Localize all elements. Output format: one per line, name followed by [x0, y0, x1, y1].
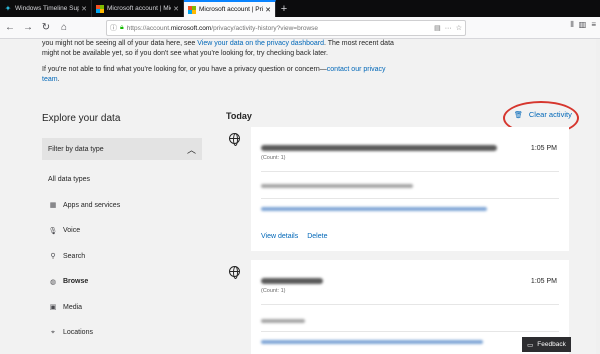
home-icon[interactable]: ⌂: [56, 20, 72, 36]
microsoft-icon: [188, 5, 196, 14]
more-icon[interactable]: ···: [445, 25, 452, 32]
search-icon: ⚲: [50, 253, 56, 261]
view-details-link[interactable]: View details: [261, 233, 298, 240]
card-actions: View details Delete: [261, 233, 327, 240]
activity-card: (Count: 1) 1:05 PM View details Delete: [251, 127, 569, 251]
section-title: Today: [226, 111, 252, 121]
close-icon[interactable]: ✕: [265, 6, 271, 14]
reload-icon[interactable]: ↻: [38, 20, 54, 36]
delete-link[interactable]: Delete: [307, 233, 327, 240]
menu-icon[interactable]: ≡: [591, 20, 596, 30]
filter-label: Filter by data type: [48, 145, 104, 153]
filter-dropdown[interactable]: Filter by data type ︿: [42, 138, 202, 160]
redacted-page-title: [261, 145, 497, 151]
lock-icon: 🔒︎: [120, 24, 124, 31]
sidebar-item-label: Apps and services: [63, 201, 121, 209]
sidebar-item-locations[interactable]: ⌖ Locations: [42, 320, 202, 346]
redacted-text: [261, 184, 413, 188]
sidebar-item-label: Browse: [63, 278, 89, 286]
reader-view-icon[interactable]: ▤: [434, 24, 441, 32]
privacy-dashboard-link[interactable]: View your data on the privacy dashboard: [197, 40, 324, 47]
tab-windows-timeline[interactable]: ✦ Windows Timeline Support - A ✕: [0, 0, 92, 17]
sidebar-item-all[interactable]: All data types: [42, 167, 202, 193]
sidebar-item-label: Media: [63, 303, 83, 311]
redacted-url-link[interactable]: [261, 340, 483, 344]
tab-privacy[interactable]: Microsoft account | Privacy ✕: [184, 0, 276, 17]
apps-icon: ▦: [49, 202, 57, 210]
globe-icon: [229, 266, 240, 279]
microsoft-icon: [96, 4, 104, 13]
address-bar[interactable]: ⓘ 🔒︎ https://account.microsoft.com/priva…: [106, 20, 466, 36]
tab-title: Microsoft account | Privacy: [199, 6, 264, 13]
data-type-menu: All data types ▦ Apps and services 🎙︎ Vo…: [42, 167, 202, 346]
sidebar-item-label: Locations: [63, 329, 93, 337]
navigation-bar: ← → ↻ ⌂ ⓘ 🔒︎ https://account.microsoft.c…: [0, 17, 600, 39]
redacted-text: [261, 319, 305, 323]
new-tab-button[interactable]: +: [276, 0, 292, 17]
redacted-page-title: [261, 278, 323, 284]
bookmark-icon[interactable]: ☆: [456, 24, 462, 32]
scrollbar[interactable]: [596, 39, 600, 354]
divider: [261, 198, 559, 199]
media-icon: ▣: [49, 304, 57, 312]
info-icon[interactable]: ⓘ: [110, 23, 117, 33]
globe-icon: ◍: [49, 278, 57, 286]
sidebar-item-label: Voice: [63, 227, 81, 235]
visit-count: (Count: 1): [261, 288, 286, 294]
sidebar-item-browse[interactable]: ◍ Browse: [42, 269, 202, 295]
tab-title: Microsoft account | Microsoft A: [107, 5, 171, 12]
feedback-label: Feedback: [537, 341, 566, 348]
redacted-url-link[interactable]: [261, 207, 487, 211]
tab-microsoft-account[interactable]: Microsoft account | Microsoft A ✕: [92, 0, 184, 17]
tab-bar: ✦ Windows Timeline Support - A ✕ Microso…: [0, 0, 600, 17]
activity-time: 1:05 PM: [530, 278, 557, 285]
page-content: you might not be seeing all of your data…: [0, 39, 600, 354]
back-icon[interactable]: ←: [2, 20, 18, 36]
close-icon[interactable]: ✕: [173, 5, 179, 13]
microphone-icon: 🎙︎: [48, 227, 58, 235]
sidebar-item-search[interactable]: ⚲ Search: [42, 244, 202, 270]
sidebar-icon[interactable]: ▥: [579, 20, 587, 30]
globe-icon: [229, 133, 240, 146]
divider: [261, 171, 559, 172]
chevron-up-icon: ︿: [186, 144, 196, 155]
intro-text: you might not be seeing all of your data…: [42, 40, 394, 83]
library-icon[interactable]: ⫴: [570, 20, 573, 30]
chat-icon: ▭: [527, 341, 534, 349]
url-text: https://account.microsoft.com/privacy/ac…: [126, 24, 319, 32]
activity-time: 1:05 PM: [530, 145, 557, 152]
divider: [261, 331, 559, 332]
forward-icon[interactable]: →: [20, 20, 36, 36]
feedback-button[interactable]: ▭ Feedback: [522, 337, 571, 352]
sidebar-item-voice[interactable]: 🎙︎ Voice: [42, 218, 202, 244]
sidebar-item-apps[interactable]: ▦ Apps and services: [42, 193, 202, 219]
location-icon: ⌖: [51, 328, 55, 336]
close-icon[interactable]: ✕: [81, 5, 87, 13]
visit-count: (Count: 1): [261, 155, 286, 161]
sidebar-item-label: Search: [63, 252, 86, 260]
divider: [261, 304, 559, 305]
sidebar-item-label: All data types: [48, 176, 91, 184]
sidebar-title: Explore your data: [42, 113, 121, 124]
tab-title: Windows Timeline Support - A: [15, 5, 79, 12]
sidebar-item-media[interactable]: ▣ Media: [42, 295, 202, 321]
timeline-icon: ✦: [4, 3, 12, 13]
